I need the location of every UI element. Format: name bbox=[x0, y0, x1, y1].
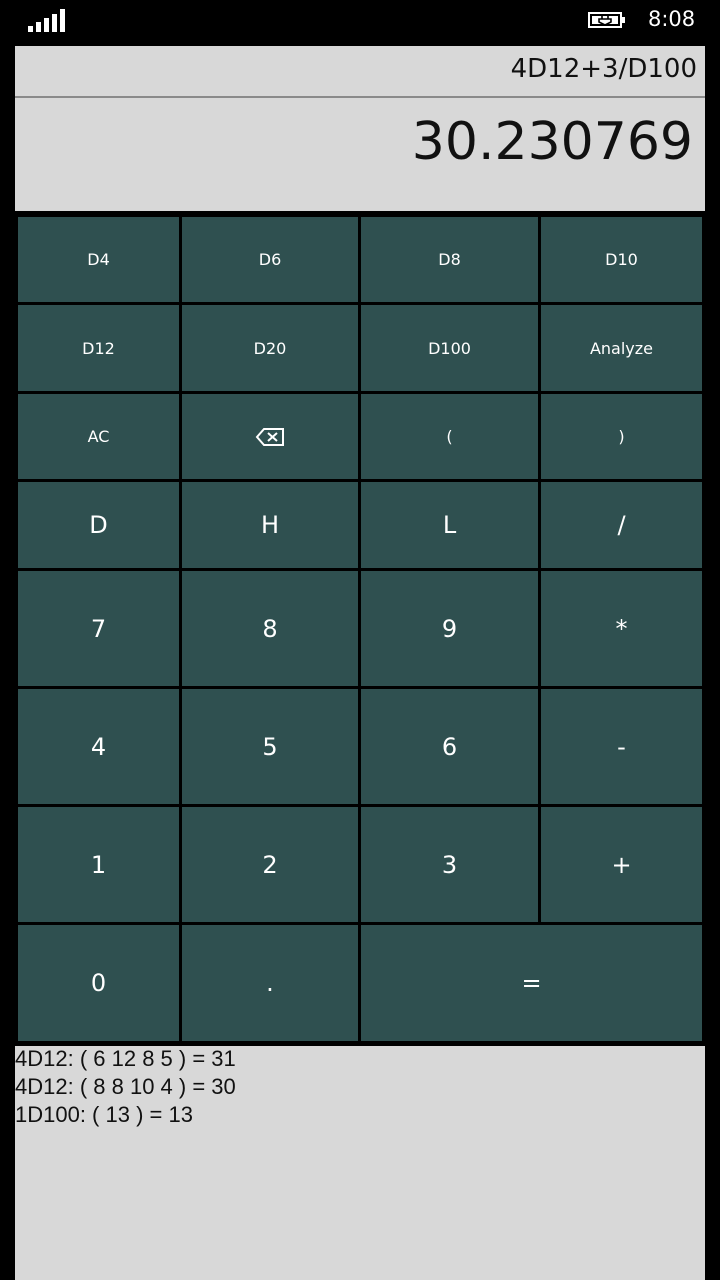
decimal-point-button[interactable]: . bbox=[182, 925, 358, 1041]
status-bar: 8:08 bbox=[0, 0, 720, 42]
signal-bars-icon bbox=[28, 8, 68, 32]
digit-8-button[interactable]: 8 bbox=[182, 571, 358, 686]
expression-text: 4D12+3/D100 bbox=[510, 54, 697, 84]
left-paren-button[interactable]: ( bbox=[361, 394, 538, 479]
history-line: 4D12: ( 8 8 10 4 ) = 30 bbox=[15, 1074, 236, 1099]
d100-button[interactable]: D100 bbox=[361, 305, 538, 391]
d6-button[interactable]: D6 bbox=[182, 217, 358, 302]
highest-h-button[interactable]: H bbox=[182, 482, 358, 568]
digit-9-button[interactable]: 9 bbox=[361, 571, 538, 686]
multiply-button[interactable]: * bbox=[541, 571, 702, 686]
right-paren-button[interactable]: ) bbox=[541, 394, 702, 479]
digit-4-button[interactable]: 4 bbox=[18, 689, 179, 804]
digit-1-button[interactable]: 1 bbox=[18, 807, 179, 922]
expression-display: 4D12+3/D100 bbox=[15, 46, 705, 96]
digit-6-button[interactable]: 6 bbox=[361, 689, 538, 804]
digit-0-button[interactable]: 0 bbox=[18, 925, 179, 1041]
lowest-l-button[interactable]: L bbox=[361, 482, 538, 568]
battery-charging-icon bbox=[588, 12, 625, 28]
digit-7-button[interactable]: 7 bbox=[18, 571, 179, 686]
digit-5-button[interactable]: 5 bbox=[182, 689, 358, 804]
result-display: 30.230769 bbox=[15, 98, 705, 211]
analyze-button[interactable]: Analyze bbox=[541, 305, 702, 391]
result-text: 30.230769 bbox=[411, 112, 693, 172]
minus-button[interactable]: - bbox=[541, 689, 702, 804]
clear-button[interactable]: AC bbox=[18, 394, 179, 479]
status-time: 8:08 bbox=[648, 7, 696, 31]
equals-button[interactable]: = bbox=[361, 925, 702, 1041]
d10-button[interactable]: D10 bbox=[541, 217, 702, 302]
plus-button[interactable]: + bbox=[541, 807, 702, 922]
d4-button[interactable]: D4 bbox=[18, 217, 179, 302]
d12-button[interactable]: D12 bbox=[18, 305, 179, 391]
dice-d-button[interactable]: D bbox=[18, 482, 179, 568]
history-line: 1D100: ( 13 ) = 13 bbox=[15, 1102, 193, 1127]
d8-button[interactable]: D8 bbox=[361, 217, 538, 302]
d20-button[interactable]: D20 bbox=[182, 305, 358, 391]
digit-3-button[interactable]: 3 bbox=[361, 807, 538, 922]
backspace-button[interactable] bbox=[182, 394, 358, 479]
keypad: D4 D6 D8 D10 D12 D20 D100 Analyze AC ( )… bbox=[15, 214, 705, 1044]
digit-2-button[interactable]: 2 bbox=[182, 807, 358, 922]
divide-button[interactable]: / bbox=[541, 482, 702, 568]
roll-history-panel: 4D12: ( 6 12 8 5 ) = 31 4D12: ( 8 8 10 4… bbox=[15, 1046, 705, 1280]
history-line: 4D12: ( 6 12 8 5 ) = 31 bbox=[15, 1046, 236, 1071]
backspace-icon bbox=[255, 427, 284, 446]
